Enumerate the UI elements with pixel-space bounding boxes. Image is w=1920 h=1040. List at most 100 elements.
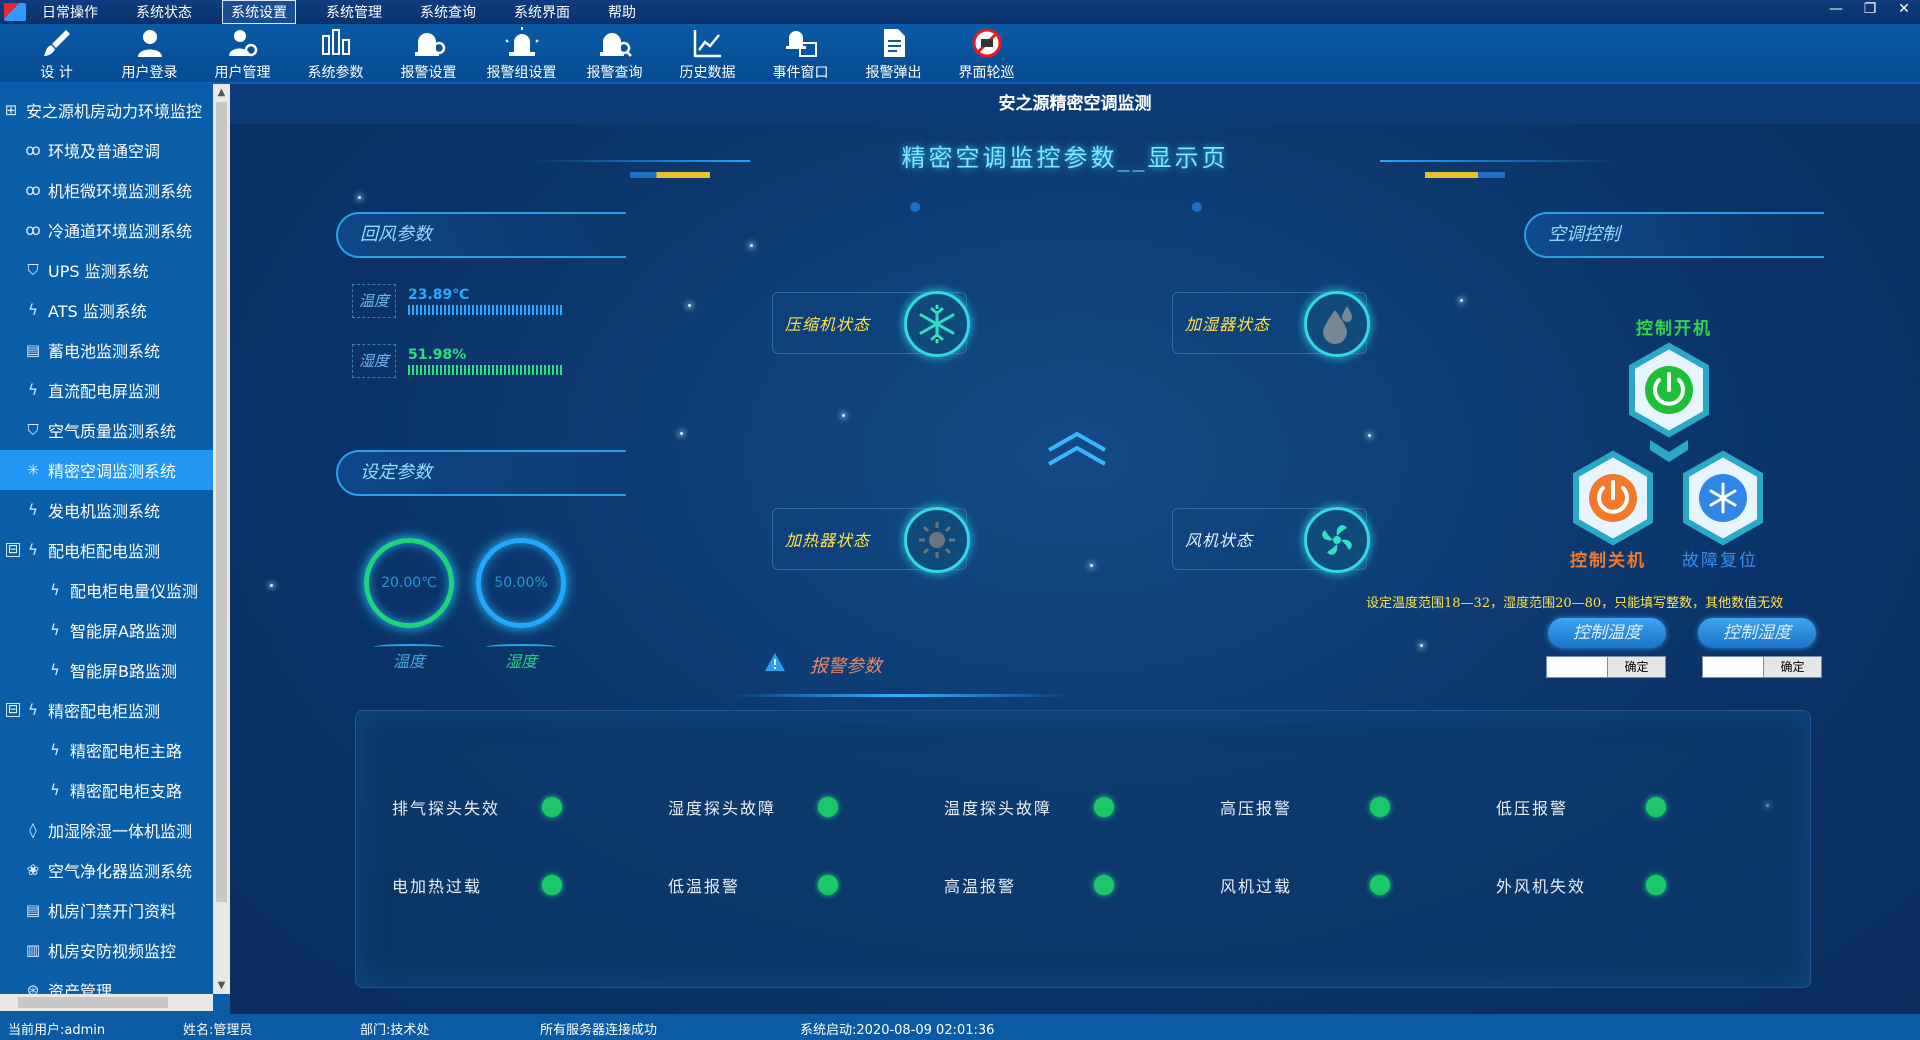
sun-icon [919, 522, 955, 558]
heater-status: 加热器状态 [772, 507, 970, 573]
sidebar-item[interactable]: ϟ 精密配电柜主路 [0, 730, 213, 770]
menu-item-manage[interactable]: 系统管理 [318, 1, 390, 23]
patrol-icon [972, 28, 1001, 58]
alarm-status-indicator [818, 875, 838, 895]
status-name: 姓名:管理员 [183, 1023, 253, 1038]
sidebar-item[interactable]: ⊟ ϟ 精密配电柜监测 [0, 690, 213, 730]
sidebar-item[interactable]: ϟ 配电柜电量仪监测 [0, 570, 213, 610]
sidebar-item[interactable]: ϟ 智能屏B路监测 [0, 650, 213, 690]
toolbar-patrol-button[interactable]: 界面轮巡 [940, 24, 1033, 84]
sidebar-item-icon: ꝏ [25, 141, 41, 159]
sidebar-item-icon: ▤ [25, 901, 41, 919]
toolbar-user-manage-button[interactable]: 用户管理 [196, 24, 289, 84]
toolbar-event-window-button[interactable]: 事件窗口 [754, 24, 847, 84]
sidebar-item[interactable]: ϟ 精密配电柜支路 [0, 770, 213, 810]
set-hum-button[interactable]: 控制湿度 [1698, 618, 1816, 648]
menu-item-status[interactable]: 系统状态 [128, 1, 200, 23]
restore-button[interactable]: ❐ [1860, 1, 1880, 17]
scroll-down-icon[interactable]: ▼ [213, 977, 230, 994]
sidebar-vertical-scrollbar[interactable]: ▲ ▼ [213, 84, 230, 994]
page-headline: 精密空调监控参数__显示页 [901, 144, 1229, 172]
alarm-item: 排气探头失效 [392, 795, 562, 819]
set-hum-input[interactable] [1703, 657, 1763, 677]
menu-item-settings[interactable]: 系统设置 [222, 0, 296, 24]
fault-reset-button[interactable] [1680, 450, 1766, 546]
menu-item-help[interactable]: 帮助 [600, 1, 644, 23]
sidebar-root[interactable]: ⊞ 安之源机房动力环境监控 [0, 90, 213, 130]
toolbar-login-button[interactable]: 用户登录 [103, 24, 196, 84]
alarm-status-indicator [542, 875, 562, 895]
status-server: 所有服务器连接成功 [540, 1023, 658, 1038]
menu-bar: 日常操作 系统状态 系统设置 系统管理 系统查询 系统界面 帮助 — ❐ ✕ [0, 0, 1920, 24]
sidebar-item-label: 精密配电柜支路 [70, 782, 183, 801]
scroll-up-icon[interactable]: ▲ [213, 84, 230, 101]
fan-icon [1322, 525, 1352, 555]
sidebar-item[interactable]: ꝏ 机柜微环境监测系统 [0, 170, 213, 210]
scrollbar-thumb[interactable] [18, 997, 168, 1008]
event-window-icon [785, 31, 817, 57]
close-button[interactable]: ✕ [1894, 1, 1914, 17]
sidebar-item[interactable]: ⛉ 空气质量监测系统 [0, 410, 213, 450]
toolbar-design-button[interactable]: 设 计 [10, 24, 103, 84]
alarm-item: 外风机失效 [1496, 873, 1666, 897]
set-temp-button[interactable]: 控制温度 [1548, 618, 1666, 648]
alarm-item-label: 高压报警 [1220, 799, 1293, 818]
menu-item-daily[interactable]: 日常操作 [34, 1, 106, 23]
sidebar-item[interactable]: ▥ 机房安防视频监控 [0, 930, 213, 970]
alarm-item: 温度探头故障 [944, 795, 1114, 819]
sidebar-item[interactable]: ▤ 蓄电池监测系统 [0, 330, 213, 370]
sidebar-item[interactable]: ꝏ 环境及普通空调 [0, 130, 213, 170]
set-temp-input[interactable] [1547, 657, 1607, 677]
sidebar-horizontal-scrollbar[interactable] [0, 994, 213, 1011]
alarm-section-title: 报警参数 [810, 656, 882, 677]
status-dept: 部门:技术处 [360, 1023, 430, 1038]
sidebar-item-label: 机房门禁开门资料 [48, 902, 177, 921]
set-temp-confirm-button[interactable]: 确定 [1607, 657, 1665, 677]
collapse-icon[interactable]: ⊟ [6, 543, 20, 557]
sidebar-item[interactable]: ▤ 机房门禁开门资料 [0, 890, 213, 930]
alarm-status-indicator [1646, 875, 1666, 895]
power-on-button[interactable] [1626, 342, 1712, 438]
return-hum-gauge [408, 365, 563, 375]
sidebar-item[interactable]: ϟ 智能屏A路监测 [0, 610, 213, 650]
toolbar-alarm-popup-button[interactable]: 报警弹出 [847, 24, 940, 84]
power-off-button[interactable] [1570, 450, 1656, 546]
toolbar-alarm-group-button[interactable]: 报警组设置 [475, 24, 568, 84]
sidebar-item-icon: ϟ [50, 741, 60, 759]
sidebar-item[interactable]: ꝏ 冷通道环境监测系统 [0, 210, 213, 250]
minimize-button[interactable]: — [1826, 1, 1846, 17]
sidebar-item-icon: ▥ [25, 941, 41, 959]
toolbar-alarm-setting-button[interactable]: 报警设置 [382, 24, 475, 84]
sidebar-item[interactable]: ϟ 直流配电屏监测 [0, 370, 213, 410]
scrollbar-thumb[interactable] [216, 102, 227, 902]
sidebar-item[interactable]: ϟ 发电机监测系统 [0, 490, 213, 530]
sidebar-item[interactable]: ◊ 加湿除湿一体机监测 [0, 810, 213, 850]
toolbar-alarm-query-button[interactable]: 报警查询 [568, 24, 661, 84]
set-temp-caption: 温度 [392, 652, 425, 671]
status-bar: 当前用户:admin 姓名:管理员 部门:技术处 所有服务器连接成功 系统启动:… [0, 1014, 1920, 1040]
set-temp-ring: 20.00℃ [364, 538, 454, 628]
sidebar-item[interactable]: ✳ 精密空调监测系统 [0, 450, 213, 490]
set-hum-confirm-button[interactable]: 确定 [1763, 657, 1821, 677]
alarm-status-indicator [542, 797, 562, 817]
return-temp-gauge [408, 305, 563, 315]
sidebar-item-label: ATS 监测系统 [48, 302, 147, 321]
water-drop-icon [1323, 306, 1352, 344]
collapse-icon[interactable]: ⊟ [6, 703, 20, 717]
menu-item-query[interactable]: 系统查询 [412, 1, 484, 23]
sidebar-item[interactable]: ❀ 空气净化器监测系统 [0, 850, 213, 890]
menu-item-interface[interactable]: 系统界面 [506, 1, 578, 23]
sidebar-item[interactable]: ⛉ UPS 监测系统 [0, 250, 213, 290]
toolbar-history-button[interactable]: 历史数据 [661, 24, 754, 84]
alarm-search-icon [599, 33, 632, 57]
sidebar-item-icon: ϟ [28, 381, 38, 399]
sidebar-item[interactable]: ⊟ ϟ 配电柜配电监测 [0, 530, 213, 570]
sidebar-item-label: 空气质量监测系统 [48, 422, 177, 441]
alarm-status-indicator [1370, 875, 1390, 895]
sidebar-item[interactable]: ϟ ATS 监测系统 [0, 290, 213, 330]
status-start-time: 系统启动:2020-08-09 02:01:36 [800, 1023, 995, 1038]
toolbar-sys-param-button[interactable]: 系统参数 [289, 24, 382, 84]
return-temp-label: 温度 [352, 284, 396, 318]
main-panel: 安之源精密空调监测 精密空调监控参数__显示页 回风参数 温度 23.89℃ 湿… [230, 84, 1920, 1014]
alarm-item: 高温报警 [944, 873, 1114, 897]
